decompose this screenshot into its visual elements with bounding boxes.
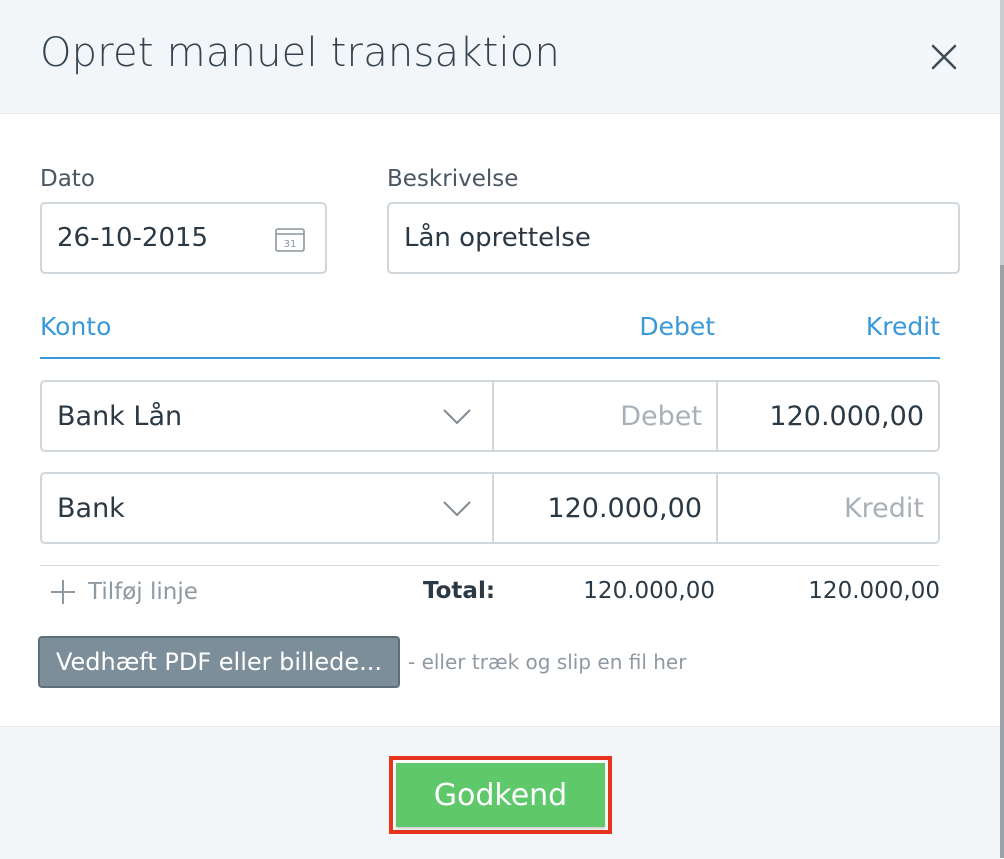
account-value: Bank — [57, 492, 125, 524]
date-label: Dato — [40, 166, 95, 192]
transaction-line: Bank 120.000,00 Kredit — [40, 472, 940, 544]
description-value: Lån oprettelse — [404, 223, 591, 253]
calendar-icon-day: 31 — [284, 239, 297, 250]
credit-field[interactable]: 120.000,00 — [716, 382, 938, 450]
description-label: Beskrivelse — [387, 166, 519, 192]
close-icon — [931, 44, 957, 70]
description-field[interactable]: Lån oprettelse — [387, 202, 960, 274]
debit-field[interactable]: 120.000,00 — [492, 474, 716, 542]
transaction-line: Bank Lån Debet 120.000,00 — [40, 380, 940, 452]
debit-value: 120.000,00 — [547, 492, 702, 524]
transaction-dialog: Opret manuel transaktion Dato 26-10-2015… — [0, 0, 1004, 859]
chevron-down-icon — [443, 501, 471, 517]
close-button[interactable] — [925, 38, 963, 76]
credit-value: 120.000,00 — [769, 400, 924, 432]
add-line-label: Tilføj linje — [88, 579, 198, 605]
dialog-title: Opret manuel transaktion — [40, 30, 560, 76]
approve-highlight: Godkend — [389, 756, 612, 834]
account-column-header: Konto — [40, 312, 112, 341]
totals-divider — [40, 565, 940, 566]
total-debit: 120.000,00 — [583, 578, 715, 604]
debit-column-header: Debet — [639, 312, 715, 341]
plus-icon — [51, 580, 75, 604]
drop-hint: - eller træk og slip en fil her — [408, 650, 687, 674]
chevron-down-icon — [443, 409, 471, 425]
credit-column-header: Kredit — [865, 312, 940, 341]
account-select[interactable]: Bank — [42, 474, 492, 542]
total-label: Total: — [423, 578, 496, 604]
date-value: 26-10-2015 — [57, 223, 209, 253]
debit-placeholder: Debet — [620, 400, 702, 432]
approve-button[interactable]: Godkend — [396, 763, 605, 827]
account-select[interactable]: Bank Lån — [42, 382, 492, 450]
dialog-header: Opret manuel transaktion — [0, 0, 1000, 114]
account-value: Bank Lån — [57, 400, 183, 432]
credit-field[interactable]: Kredit — [716, 474, 938, 542]
credit-placeholder: Kredit — [843, 492, 924, 524]
total-credit: 120.000,00 — [808, 578, 940, 604]
backdrop-edge-dark — [1000, 265, 1004, 858]
date-field[interactable]: 26-10-2015 31 — [40, 202, 327, 274]
header-divider — [40, 357, 940, 359]
calendar-icon[interactable]: 31 — [275, 226, 305, 252]
debit-field[interactable]: Debet — [492, 382, 716, 450]
attach-file-button[interactable]: Vedhæft PDF eller billede... — [38, 636, 400, 688]
add-line-button[interactable]: Tilføj linje — [50, 576, 198, 608]
